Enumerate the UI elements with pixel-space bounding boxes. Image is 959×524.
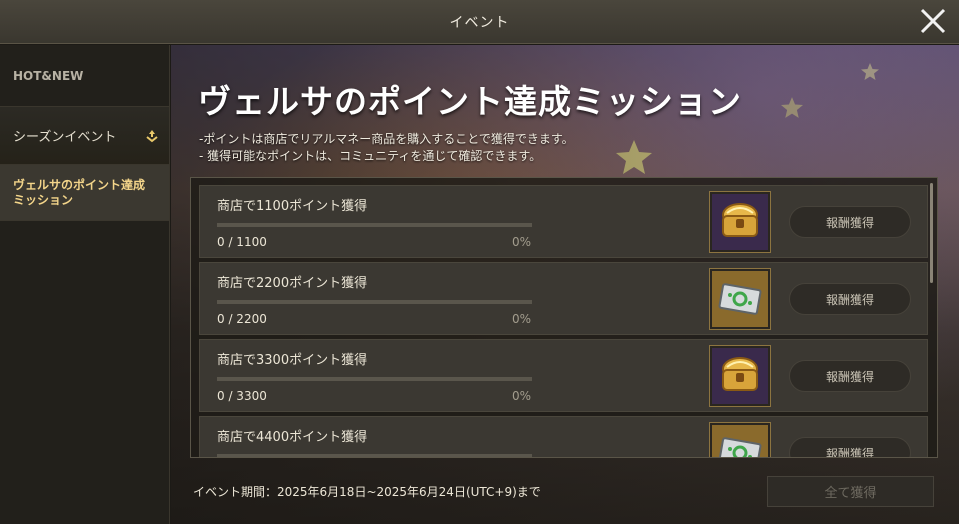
mission-title: 商店で1100ポイント獲得: [217, 199, 368, 214]
description-line: -ポイントは商店でリアルマネー商品を購入することで獲得できます。: [199, 132, 574, 146]
sidebar-item-label: シーズンイベント: [13, 130, 117, 145]
claim-reward-button[interactable]: 報酬獲得: [789, 206, 911, 238]
event-description: -ポイントは商店でリアルマネー商品を購入することで獲得できます。 - 獲得可能な…: [199, 131, 574, 165]
mission-row: 商店で2200ポイント獲得 0 / 2200 0% 報酬獲得: [199, 262, 928, 335]
mission-title: 商店で2200ポイント獲得: [217, 276, 368, 291]
progress-bar: [217, 454, 532, 457]
mission-list[interactable]: 商店で1100ポイント獲得 0 / 1100 0% 報酬獲得 商店で2200ポイ…: [190, 177, 938, 458]
golden-chest-icon: [722, 357, 758, 391]
mission-row: 商店で1100ポイント獲得 0 / 1100 0% 報酬獲得: [199, 185, 928, 258]
mission-title: 商店で3300ポイント獲得: [217, 353, 368, 368]
ticket-icon: [718, 437, 762, 457]
progress-percent: 0%: [512, 389, 532, 403]
reward-slot[interactable]: [709, 268, 771, 330]
sidebar-item-point-mission[interactable]: ヴェルサのポイント達成ミッション: [0, 165, 169, 221]
mission-row: 商店で3300ポイント獲得 0 / 3300 0% 報酬獲得: [199, 339, 928, 412]
progress-count: 0 / 3300: [217, 389, 267, 403]
progress-bar: [217, 300, 532, 304]
claim-all-button[interactable]: 全て獲得: [767, 476, 934, 507]
claim-reward-button[interactable]: 報酬獲得: [789, 360, 911, 392]
progress-bar: [217, 377, 532, 381]
reward-slot[interactable]: [709, 345, 771, 407]
progress-count: 0 / 1100: [217, 235, 267, 249]
sidebar-item-season-event[interactable]: シーズンイベント: [0, 107, 169, 165]
event-content: ヴェルサのポイント達成ミッション -ポイントは商店でリアルマネー商品を購入するこ…: [171, 45, 959, 524]
close-button[interactable]: [917, 5, 949, 37]
sidebar: HOT&NEW シーズンイベント ヴェルサのポイント達成ミッション: [0, 45, 170, 524]
claim-reward-button[interactable]: 報酬獲得: [789, 437, 911, 457]
mission-row: 商店で4400ポイント獲得 報酬獲得: [199, 416, 928, 457]
progress-percent: 0%: [512, 235, 532, 249]
page-title: ヴェルサのポイント達成ミッション: [198, 82, 742, 121]
claim-reward-button[interactable]: 報酬獲得: [789, 283, 911, 315]
sidebar-category-hot-new[interactable]: HOT&NEW: [0, 45, 169, 107]
mission-title: 商店で4400ポイント獲得: [217, 430, 368, 445]
chevron-down-icon: [146, 130, 158, 143]
sidebar-item-label: ヴェルサのポイント達成ミッション: [13, 177, 146, 207]
close-icon: [920, 8, 946, 34]
window-title: イベント: [449, 14, 510, 31]
description-line: - 獲得可能なポイントは、コミュニティを通じて確認できます。: [199, 149, 542, 163]
reward-slot[interactable]: [709, 422, 771, 457]
progress-bar: [217, 223, 532, 227]
golden-chest-icon: [722, 203, 758, 237]
mission-list-scrollbar[interactable]: [930, 183, 933, 283]
reward-slot[interactable]: [709, 191, 771, 253]
title-bar: イベント: [0, 0, 959, 44]
progress-count: 0 / 2200: [217, 312, 267, 326]
ticket-icon: [718, 283, 762, 315]
event-period: イベント期間：2025年6月18日~2025年6月24日(UTC+9)まで: [193, 485, 541, 499]
progress-percent: 0%: [512, 312, 532, 326]
